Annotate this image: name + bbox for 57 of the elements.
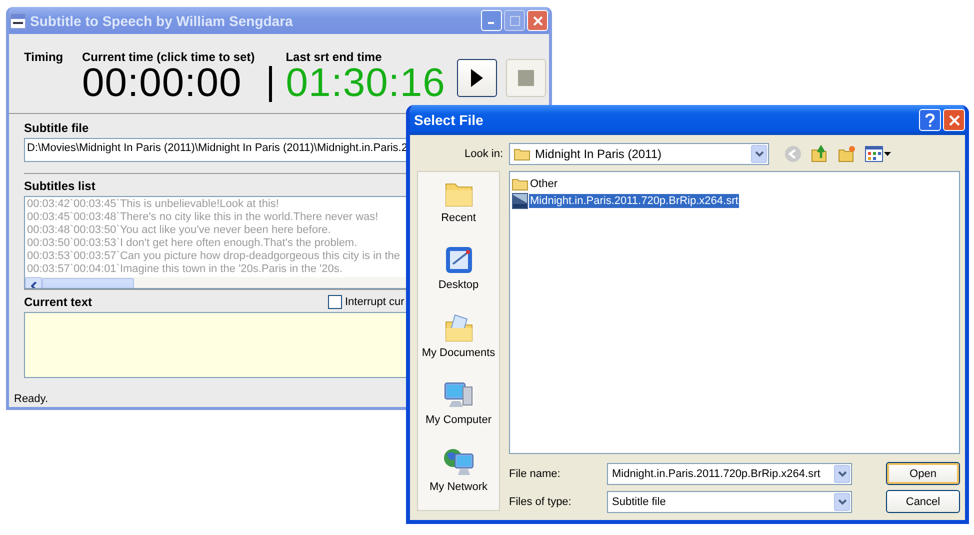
network-icon [442,446,474,478]
end-time-label: Last srt end time [286,50,382,64]
separator-bar [268,66,272,102]
play-button[interactable] [457,59,498,97]
current-time-label: Current time (click time to set) [82,50,255,64]
end-time: 01:30:16 [286,64,446,102]
stop-icon [518,70,534,86]
current-text-label: Current text [24,295,94,309]
new-folder-icon[interactable] [838,144,856,162]
subtitle-line: 00:03:53`00:03:57`Can you picture how drop-deadgorgeous this city is in the [27,250,400,263]
file-name-label: File name: [509,468,562,480]
interrupt-label: Interrupt cur [345,296,404,308]
view-icon [865,146,883,162]
place-item[interactable]: My Network [418,446,499,510]
help-button[interactable] [919,109,941,131]
timing-label: Timing [24,50,64,64]
play-icon [470,68,484,88]
dialog-title: Select File [414,112,484,128]
subtitle-line: 00:03:42`00:03:45`This is unbelievable!Look at this! [27,198,279,211]
folder-icon [514,146,530,160]
status-text: Ready. [14,393,48,405]
subtitle-line: 00:03:48`00:03:50`You act like you've never been here before. [27,224,331,237]
subtitle-line: 00:03:57`00:04:01`Imagine this town in the '20s.Paris in the '20s. [27,263,342,276]
documents-folder-icon [442,312,474,344]
app-icon [10,12,26,28]
subtitle-line: 00:03:50`00:03:53`I don't get here often enough.That's the problem. [27,237,358,250]
cancel-button[interactable]: Cancel [886,490,960,513]
question-mark-icon [925,113,935,127]
look-in-dropdown[interactable]: Midnight In Paris (2011) [509,142,769,164]
view-menu-button[interactable] [865,146,891,162]
folder-icon [512,176,528,190]
look-in-label: Look in: [463,148,504,160]
maximize-icon [510,16,520,26]
close-icon [948,114,960,126]
chevron-left-icon [30,282,36,288]
window-title: Subtitle to Speech by William Sengdara [30,12,294,28]
interrupt-checkbox[interactable] [328,295,342,309]
place-item[interactable]: Recent [418,177,499,241]
place-item[interactable]: Desktop [418,244,499,308]
subtitle-line: 00:03:45`00:03:48`There's no city like this in the world.There never was! [27,211,378,224]
file-type-label: Files of type: [509,496,572,508]
file-item[interactable]: Other [529,176,559,190]
file-type-dropdown[interactable]: Subtitle file [607,490,852,512]
subtitles-list-label: Subtitles list [24,179,96,193]
file-item[interactable]: Midnight.in.Paris.2011.720p.BrRip.x264.srt [529,194,740,208]
place-item[interactable]: My Computer [418,378,499,443]
place-item[interactable]: My Documents [418,312,499,376]
subtitle-file-label: Subtitle file [24,121,89,135]
up-folder-icon[interactable] [811,144,829,162]
open-button[interactable]: Open [886,462,960,485]
close-icon [532,16,542,26]
file-icon [512,192,528,208]
close-button[interactable] [943,109,965,131]
file-list[interactable]: Other Midnight.in.Paris.2011.720p.BrRip.x264.srt [509,171,960,454]
caret-icon [884,152,891,156]
file-name-field[interactable]: Midnight.in.Paris.2011.720p.BrRip.x264.srt [607,462,852,484]
current-time[interactable]: 00:00:00 [82,64,255,102]
